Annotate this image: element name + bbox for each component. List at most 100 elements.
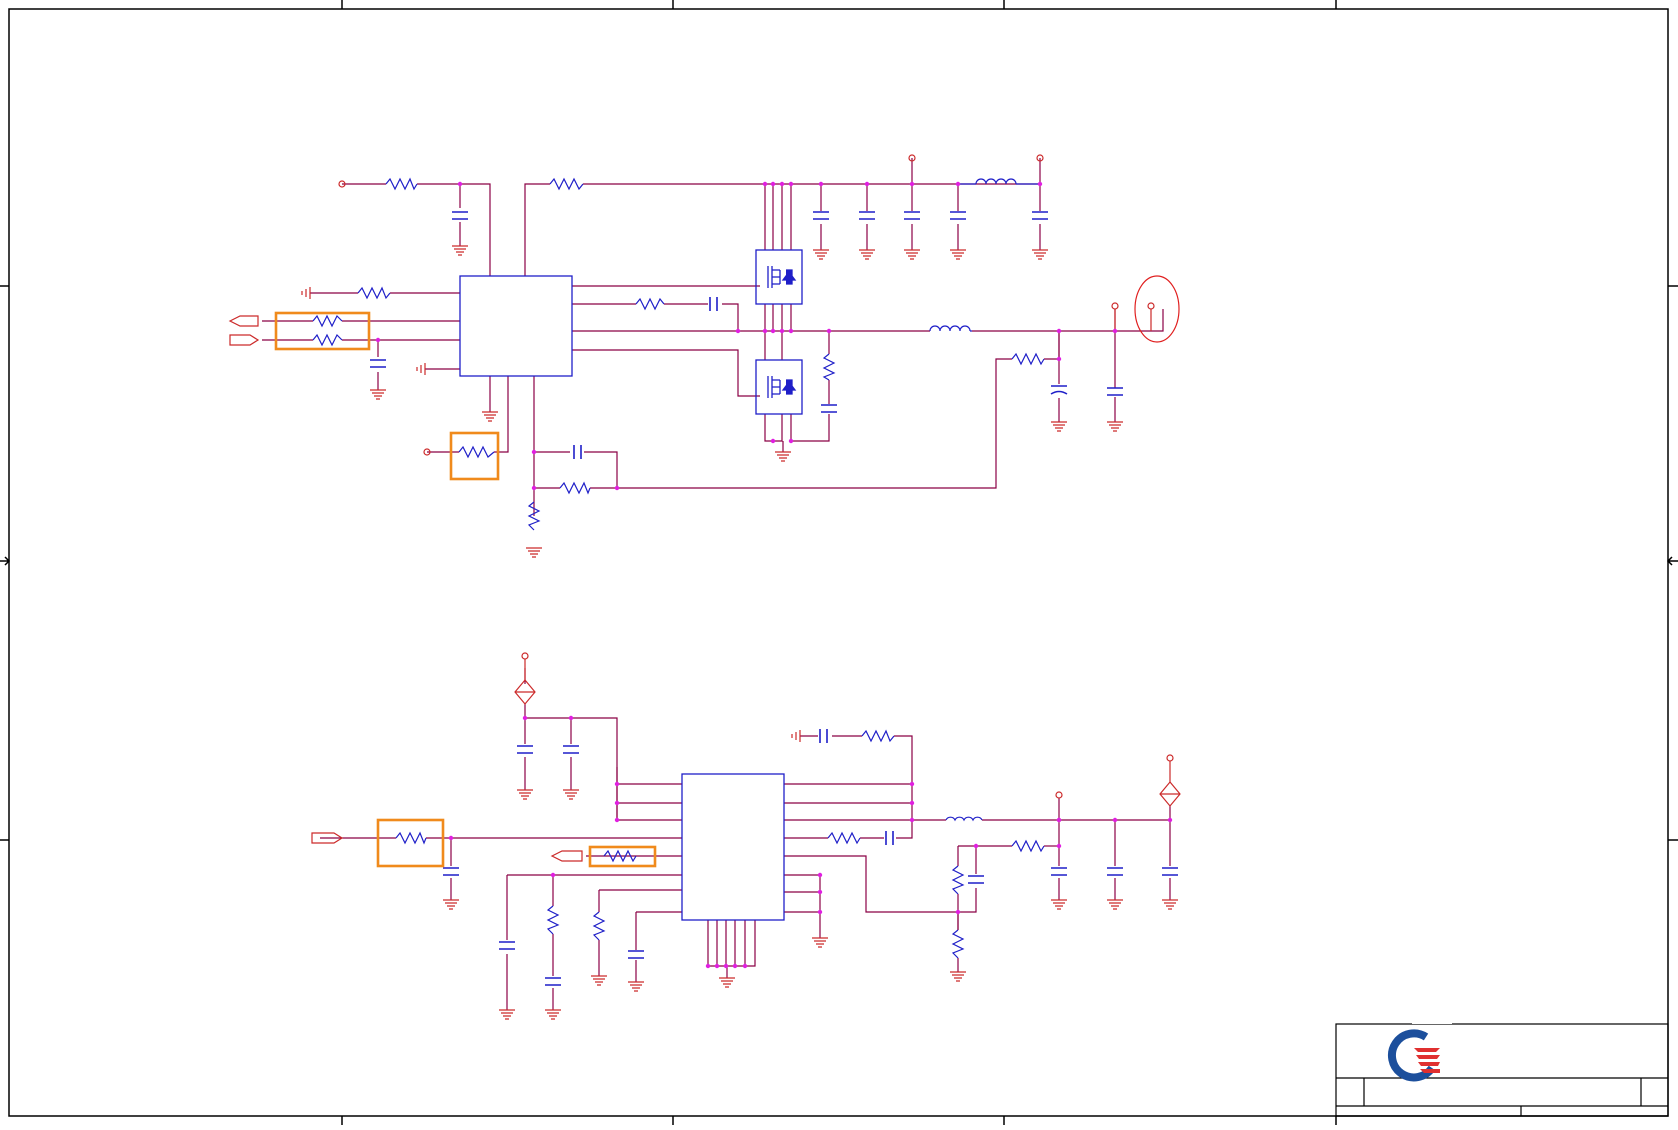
ground-symbol	[443, 899, 459, 910]
junction-dot	[973, 843, 979, 849]
ground-symbol	[812, 937, 828, 948]
junction-dot	[955, 909, 961, 915]
offpage-connector-left	[228, 315, 259, 327]
ground-symbol	[628, 981, 644, 992]
junction-dot	[732, 963, 738, 969]
junction-dot	[531, 449, 537, 455]
frame-border	[8, 8, 1669, 1117]
ground-symbol	[719, 977, 735, 988]
capacitor	[452, 211, 468, 220]
junction-dot	[614, 800, 620, 806]
junction-dot	[1056, 843, 1062, 849]
junction-dot	[1112, 817, 1118, 823]
capacitor	[885, 831, 894, 845]
power-diamond-icon	[1159, 781, 1181, 807]
capacitor	[573, 445, 582, 459]
inductor	[958, 178, 1040, 185]
offpage-connector-left	[550, 850, 583, 862]
ground-symbol	[904, 249, 920, 260]
junction-dot	[723, 963, 729, 969]
resistor	[1011, 352, 1045, 366]
junction-dot	[817, 909, 823, 915]
capacitor	[819, 729, 828, 743]
resistor	[395, 831, 427, 845]
capacitor	[1032, 211, 1048, 220]
ground-symbol	[1162, 899, 1178, 910]
ground-symbol	[517, 789, 533, 800]
junction-dot	[1056, 356, 1062, 362]
highlight-box	[449, 431, 500, 481]
junction-dot	[614, 485, 620, 491]
ground-symbol	[859, 249, 875, 260]
capacitor	[1050, 385, 1068, 395]
net-port-circle	[1055, 791, 1063, 799]
junction-dot	[705, 963, 711, 969]
schematic-canvas	[0, 0, 1678, 1125]
ground-symbol	[416, 363, 426, 375]
resistor	[385, 177, 418, 191]
title-block	[1335, 1023, 1669, 1117]
junction-dot	[788, 438, 794, 444]
resistor	[546, 905, 560, 935]
junction-dot	[1037, 181, 1043, 187]
net-port-circle	[521, 652, 529, 660]
sheet-frame	[0, 0, 1678, 1125]
resistor	[951, 929, 965, 959]
ground-symbol	[1107, 421, 1123, 432]
capacitor	[499, 941, 515, 950]
junction-dot	[614, 781, 620, 787]
junction-dots	[375, 181, 1173, 969]
capacitor	[709, 297, 718, 311]
pwm-controller-ic	[459, 275, 573, 377]
mosfet-symbol	[767, 376, 797, 398]
junction-dot	[909, 181, 915, 187]
ground-symbol	[950, 249, 966, 260]
junction-dot	[817, 872, 823, 878]
junction-dot	[448, 835, 454, 841]
regulator-ic	[681, 773, 785, 921]
highlight-boxes	[274, 311, 657, 868]
capacitors	[370, 211, 1178, 986]
ground-symbol	[1051, 899, 1067, 910]
junction-dot	[909, 800, 915, 806]
net-port-circle	[1166, 754, 1174, 762]
ports	[228, 154, 1181, 862]
junction-dot	[770, 181, 776, 187]
junction-dot	[909, 817, 915, 823]
junction-dot	[779, 181, 785, 187]
junction-dot	[1056, 817, 1062, 823]
ground-symbol	[499, 1009, 515, 1020]
junction-dot	[568, 715, 574, 721]
ground-symbols	[370, 245, 1178, 1020]
mosfet-symbol	[767, 266, 797, 288]
capacitor	[517, 745, 533, 754]
resistor	[827, 831, 861, 845]
resistor	[592, 911, 606, 941]
net-port-circle	[1111, 302, 1119, 310]
junction-dot	[779, 328, 785, 334]
resistor	[312, 333, 343, 347]
capacitor	[370, 359, 386, 368]
junction-dot	[714, 963, 720, 969]
junction-dot	[550, 872, 556, 878]
capacitor	[1107, 387, 1123, 396]
junction-dot	[770, 328, 776, 334]
capacitor	[813, 211, 829, 220]
ground-symbol	[775, 451, 791, 462]
junction-dot	[457, 181, 463, 187]
junction-dot	[762, 181, 768, 187]
resistor	[1011, 839, 1045, 853]
junction-dot	[909, 781, 915, 787]
resistor	[559, 481, 591, 495]
capacitor	[628, 950, 644, 959]
resistor	[458, 445, 495, 459]
frame-arrow-right	[1666, 556, 1678, 566]
capacitor	[821, 404, 837, 413]
capacitor	[968, 875, 984, 884]
junction-dot	[826, 328, 832, 334]
schematic-sheet	[0, 0, 1678, 1125]
offpage-connector-right	[229, 334, 260, 346]
capacitor	[545, 977, 561, 986]
junction-dot	[735, 328, 741, 334]
junction-dot	[614, 817, 620, 823]
